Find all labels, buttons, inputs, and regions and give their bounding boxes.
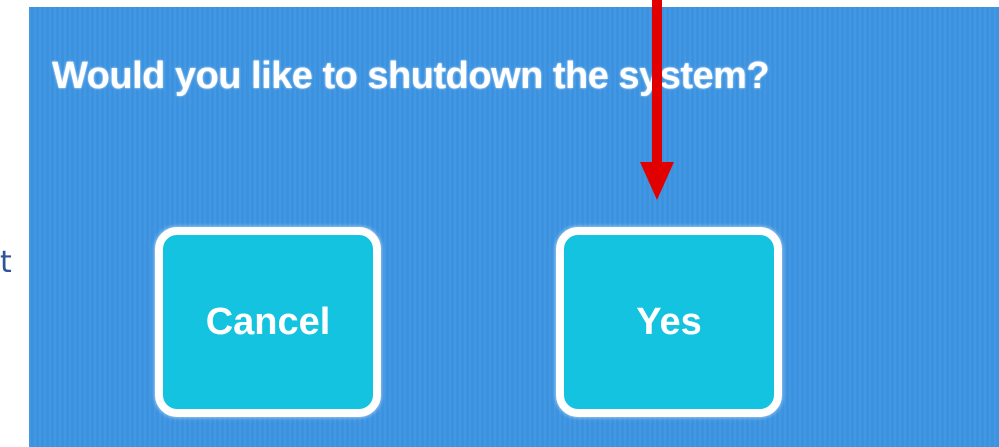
photo-canvas: t Would you like to shutdown the system?…: [0, 0, 999, 447]
shutdown-dialog-screen: Would you like to shutdown the system? C…: [29, 7, 999, 447]
down-arrow-icon: [640, 0, 674, 200]
yes-button-label: Yes: [636, 300, 702, 343]
yes-button[interactable]: Yes: [556, 227, 782, 417]
cancel-button-label: Cancel: [205, 300, 331, 343]
dialog-question: Would you like to shutdown the system?: [52, 55, 770, 97]
cancel-button[interactable]: Cancel: [155, 227, 381, 417]
side-text-fragment: t: [0, 245, 12, 280]
